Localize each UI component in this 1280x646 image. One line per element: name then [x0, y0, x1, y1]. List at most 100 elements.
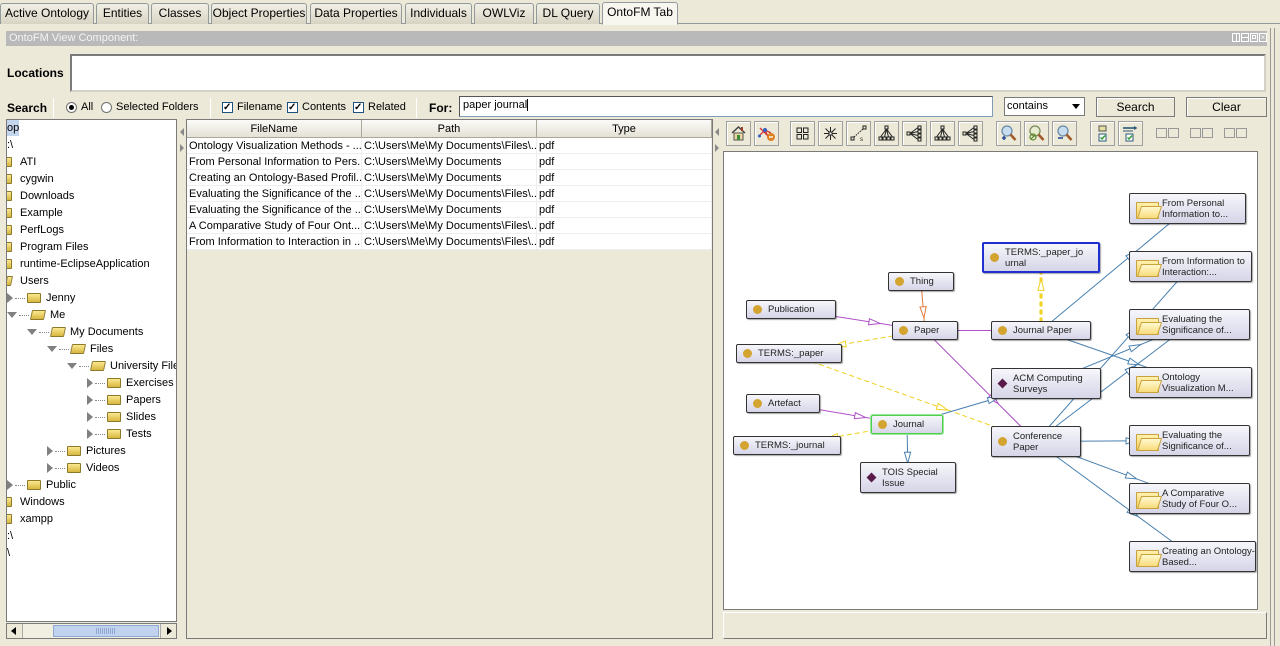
graph-node-f6[interactable]: A Comparative Study of Four O...: [1129, 483, 1250, 514]
tab-dl-query[interactable]: DL Query: [536, 3, 600, 24]
graph-node-f1[interactable]: From Personal Information to...: [1129, 193, 1246, 224]
tree-item[interactable]: Users: [7, 273, 49, 289]
scroll-thumb[interactable]: [53, 625, 159, 637]
ontology-graph-canvas[interactable]: Thing Publication Paper TERMS:_paper TERMS:_…: [723, 151, 1258, 610]
spring-layout-button[interactable]: s: [846, 121, 871, 146]
tree-item[interactable]: Example: [7, 205, 63, 221]
scope-selected-radio[interactable]: [101, 101, 112, 113]
contents-checkbox[interactable]: [287, 101, 298, 113]
tree-item[interactable]: Public: [7, 477, 76, 493]
tree-item[interactable]: \: [7, 545, 10, 561]
collapsed-icon[interactable]: [87, 395, 93, 405]
tree-item[interactable]: Program Files: [7, 239, 88, 255]
filename-checkbox[interactable]: [222, 101, 233, 113]
horizontal-tree-layout-2-button[interactable]: [958, 121, 983, 146]
horizontal-tree-layout-button[interactable]: [902, 121, 927, 146]
folder-tree[interactable]: op:\ ATI cygwin Downloads Example PerfLogs Pro…: [6, 119, 177, 622]
expanded-icon[interactable]: [47, 346, 57, 352]
remove-edges-button[interactable]: [754, 121, 779, 146]
related-checkbox[interactable]: [353, 101, 364, 113]
scope-selected-option[interactable]: Selected Folders: [101, 101, 199, 113]
splitter-expand-right[interactable]: [180, 144, 184, 152]
tree-item[interactable]: Tests: [87, 426, 152, 442]
column-header-type[interactable]: Type: [537, 120, 712, 138]
graph-node-publication[interactable]: Publication: [746, 300, 836, 319]
tree-layout-button[interactable]: [874, 121, 899, 146]
filter-contents[interactable]: Contents: [287, 101, 346, 113]
table-row[interactable]: Ontology Visualization Methods - ... C:\U…: [187, 138, 712, 154]
tree-item[interactable]: PerfLogs: [7, 222, 64, 238]
graph-node-acm[interactable]: ACM Computing Surveys: [991, 368, 1101, 399]
tree-item[interactable]: op: [7, 120, 20, 136]
radial-layout-button[interactable]: [818, 121, 843, 146]
table-row[interactable]: A Comparative Study of Four Ont... C:\Use…: [187, 218, 712, 234]
tab-object-properties[interactable]: Object Properties: [211, 3, 307, 24]
scroll-right-button[interactable]: [160, 624, 176, 638]
graph-node-f2[interactable]: From Information to Interaction:...: [1129, 251, 1252, 282]
tree-item[interactable]: ATI: [7, 154, 36, 170]
zoom-in-button[interactable]: [996, 121, 1021, 146]
splitter-collapse-left[interactable]: [715, 128, 719, 136]
maximize-icon[interactable]: [1250, 33, 1258, 42]
tree-item[interactable]: University Files: [67, 358, 176, 374]
tree-item[interactable]: Papers: [87, 392, 161, 408]
tree-item[interactable]: :\: [7, 137, 13, 153]
select-checked-button[interactable]: [1090, 121, 1115, 146]
graph-node-f7[interactable]: Creating an Ontology-Based...: [1129, 541, 1256, 572]
tab-entities[interactable]: Entities: [96, 3, 149, 24]
tree-item[interactable]: Pictures: [47, 443, 126, 459]
graph-node-artefact[interactable]: Artefact: [746, 394, 820, 413]
collapsed-icon[interactable]: [87, 412, 93, 422]
tab-active-ontology[interactable]: Active Ontology: [0, 3, 94, 24]
tab-individuals[interactable]: Individuals: [405, 3, 472, 24]
tree-item[interactable]: Files: [47, 341, 113, 357]
tree-item[interactable]: :\: [7, 528, 13, 544]
select-related-button[interactable]: [1118, 121, 1143, 146]
graph-node-f3[interactable]: Evaluating the Significance of...: [1129, 309, 1250, 340]
collapsed-icon[interactable]: [87, 378, 93, 388]
tree-item[interactable]: Me: [7, 307, 65, 323]
collapsed-icon[interactable]: [87, 429, 93, 439]
filter-related[interactable]: Related: [353, 101, 406, 113]
tree-item[interactable]: xampp: [7, 511, 53, 527]
splitter-expand-right[interactable]: [715, 144, 719, 152]
tree-item[interactable]: Jenny: [7, 290, 75, 306]
clear-button[interactable]: Clear: [1186, 97, 1267, 117]
expanded-icon[interactable]: [67, 363, 77, 369]
table-row[interactable]: Evaluating the Significance of the ... C:…: [187, 202, 712, 218]
close-icon[interactable]: ×: [1259, 33, 1267, 42]
graph-node-f5[interactable]: Evaluating the Significance of...: [1129, 425, 1250, 456]
tab-owlviz[interactable]: OWLViz: [474, 3, 534, 24]
graph-node-conference-paper[interactable]: Conference Paper: [991, 426, 1081, 457]
minimize-icon[interactable]: [1241, 33, 1249, 42]
splitter-collapse-left[interactable]: [180, 128, 184, 136]
table-row[interactable]: From Personal Information to Pers... C:\U…: [187, 154, 712, 170]
scroll-left-button[interactable]: [7, 624, 23, 638]
zoom-out-button[interactable]: [1052, 121, 1077, 146]
scope-all-radio[interactable]: [66, 101, 77, 113]
graph-node-terms-paper[interactable]: TERMS:_paper: [736, 344, 842, 363]
tree-item[interactable]: Slides: [87, 409, 156, 425]
collapsed-icon[interactable]: [7, 480, 13, 490]
collapsed-icon[interactable]: [7, 293, 13, 303]
tree-horizontal-scrollbar[interactable]: [6, 623, 177, 639]
tree-item[interactable]: My Documents: [27, 324, 143, 340]
graph-node-terms-journal[interactable]: TERMS:_journal: [733, 436, 841, 455]
graph-node-tois[interactable]: TOIS Special Issue: [860, 462, 956, 493]
graph-node-paper[interactable]: Paper: [892, 321, 958, 340]
filter-filename[interactable]: Filename: [222, 101, 282, 113]
tree-item[interactable]: Videos: [47, 460, 119, 476]
tree-item[interactable]: Windows: [7, 494, 65, 510]
tree-item[interactable]: Downloads: [7, 188, 74, 204]
split-icon[interactable]: [1232, 33, 1240, 42]
search-button[interactable]: Search: [1096, 97, 1175, 117]
scope-all-option[interactable]: All: [66, 101, 93, 113]
collapsed-icon[interactable]: [47, 463, 53, 473]
table-row[interactable]: Evaluating the Significance of the ... C:…: [187, 186, 712, 202]
expanded-icon[interactable]: [27, 329, 37, 335]
table-row[interactable]: Creating an Ontology-Based Profil... C:\U…: [187, 170, 712, 186]
graph-node-journal-paper[interactable]: Journal Paper: [991, 321, 1091, 340]
tree-item[interactable]: Exercises: [87, 375, 174, 391]
graph-node-journal[interactable]: Journal: [871, 415, 943, 434]
tab-ontofm[interactable]: OntoFM Tab: [602, 2, 678, 25]
